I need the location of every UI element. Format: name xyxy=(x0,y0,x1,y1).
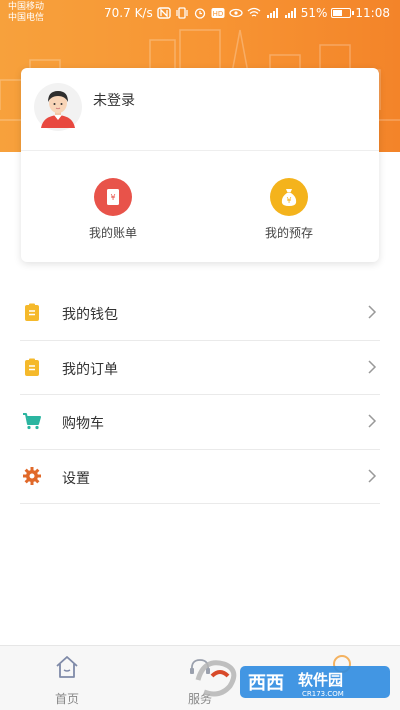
wifi-icon xyxy=(247,7,261,17)
my-deposit-button[interactable]: ¥ 我的预存 xyxy=(229,178,349,241)
menu-item-label: 我的钱包 xyxy=(62,307,118,323)
svg-text:西西: 西西 xyxy=(248,673,284,694)
money-bag-icon: ¥ xyxy=(270,178,308,216)
carrier-info: 中国移动 中国电信 xyxy=(8,2,44,24)
nav-home-label: 首页 xyxy=(54,692,79,706)
bill-icon: ¥ xyxy=(94,178,132,216)
my-deposit-label: 我的预存 xyxy=(264,226,313,240)
vibrate-icon xyxy=(176,7,188,19)
status-icons: 70.7 K/s HD 51% 11:08 xyxy=(104,5,390,21)
svg-text:¥: ¥ xyxy=(110,193,115,202)
menu-item-label: 我的订单 xyxy=(62,361,118,378)
menu-item-label: 设置 xyxy=(62,470,90,487)
svg-text:¥: ¥ xyxy=(286,196,291,205)
svg-text:HD: HD xyxy=(212,10,223,18)
carrier-1: 中国移动 xyxy=(8,2,45,12)
menu-item-label: 购物车 xyxy=(62,416,104,432)
svg-text:软件园: 软件园 xyxy=(298,671,343,689)
chevron-right-icon xyxy=(368,468,377,483)
watermark-logo: 西西 软件园 CR173.COM xyxy=(195,655,390,698)
chevron-right-icon xyxy=(368,359,377,374)
username-label: 未登录 xyxy=(93,93,135,109)
gear-icon xyxy=(23,466,41,485)
cart-icon xyxy=(23,413,41,430)
menu-item-wallet[interactable]: 我的钱包 xyxy=(20,286,380,341)
menu-list: 我的钱包 我的订单 购物车 设置 xyxy=(20,286,380,504)
profile-card: 未登录 ¥ 我的账单 ¥ 我的预存 xyxy=(21,68,379,262)
menu-item-settings[interactable]: 设置 xyxy=(20,450,380,504)
menu-item-cart[interactable]: 购物车 xyxy=(20,395,380,450)
network-speed: 70.7 K/s xyxy=(104,6,153,20)
svg-text:CR173.COM: CR173.COM xyxy=(302,690,344,698)
my-bill-label: 我的账单 xyxy=(88,226,137,240)
battery-icon xyxy=(331,8,355,18)
user-avatar-icon[interactable] xyxy=(33,82,83,132)
chevron-right-icon xyxy=(368,414,377,428)
my-bill-button[interactable]: ¥ 我的账单 xyxy=(53,178,173,241)
clipboard-icon xyxy=(25,303,39,321)
user-login-row[interactable]: 未登录 xyxy=(21,68,379,151)
signal-icon-2 xyxy=(284,8,296,18)
signal-icon-1 xyxy=(266,8,278,18)
nfc-icon xyxy=(157,7,171,19)
clipboard-icon xyxy=(25,358,39,376)
chevron-right-icon xyxy=(368,305,377,319)
nav-home[interactable]: 首页 xyxy=(32,654,102,707)
eye-icon xyxy=(229,8,243,18)
carrier-2: 中国电信 xyxy=(8,13,45,23)
clock: 11:08 xyxy=(355,6,390,20)
status-bar: 中国移动 中国电信 70.7 K/s HD 51% 11:08 xyxy=(0,0,400,28)
hd-icon: HD xyxy=(211,8,225,18)
menu-item-orders[interactable]: 我的订单 xyxy=(20,341,380,395)
battery-percent: 51% xyxy=(300,6,328,20)
alarm-icon xyxy=(194,8,205,19)
home-icon xyxy=(56,656,78,678)
